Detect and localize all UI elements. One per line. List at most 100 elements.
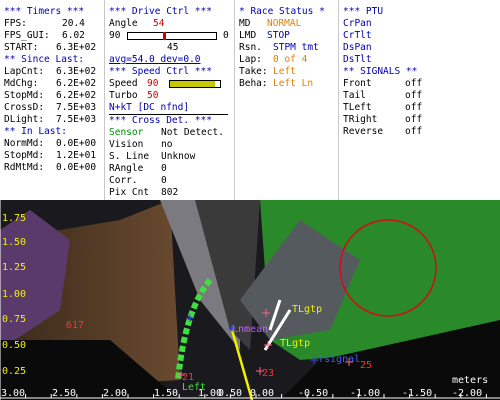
- fps-value: 20.4: [62, 18, 85, 29]
- angle-mid-label: 45: [167, 42, 179, 53]
- in-last-row: NormMd: 0.0E+00: [4, 138, 102, 150]
- speed-value: 90: [147, 78, 159, 89]
- md-label: MD: [239, 18, 251, 29]
- x-tick-label: 1.50: [154, 388, 179, 399]
- signal-row: TRight off: [343, 114, 498, 126]
- marker-label-617: 617: [66, 320, 85, 331]
- since-row: MdChg: 6.2E+02: [4, 78, 102, 90]
- in-last-label: StopMd:: [4, 150, 45, 161]
- corr-value: 0: [161, 175, 167, 186]
- x-tick-label: 2.00: [103, 388, 128, 399]
- speed-gauge: [169, 80, 221, 88]
- ptu-header: *** PTU: [343, 6, 384, 17]
- since-label: CrossD:: [4, 102, 45, 113]
- beha-value: Left Ln: [273, 78, 314, 89]
- signal-value: off: [405, 78, 423, 89]
- rsn-value: STPM tmt: [273, 42, 319, 53]
- lnmean-label: Lnmean: [232, 324, 269, 335]
- angle-value: 54: [153, 18, 165, 29]
- fps-label: FPS:: [4, 18, 27, 29]
- signal-row: TLeft off: [343, 102, 498, 114]
- tlgtp-label-1: TLgtp: [292, 304, 323, 315]
- y-tick-label: 0.25: [2, 366, 27, 377]
- since-row: CrossD: 7.5E+03: [4, 102, 102, 114]
- rangle-value: 0: [161, 163, 167, 174]
- race-header: * Race Status *: [239, 6, 325, 17]
- turbo-value: 50: [147, 90, 159, 101]
- since-row: DLight: 7.5E+03: [4, 114, 102, 126]
- speed-row: Speed 90: [109, 78, 232, 90]
- x-tick-label: -2.00: [452, 388, 483, 399]
- lap-value: 0 of 4: [273, 54, 308, 65]
- take-value: Left: [273, 66, 296, 77]
- signal-row: Front off: [343, 78, 498, 90]
- angle-needle: [163, 32, 167, 40]
- pix-row: Pix Cnt 802: [109, 187, 232, 199]
- rangle-label: RAngle: [109, 163, 144, 174]
- ptu-item: CrTlt: [343, 30, 372, 41]
- start-label: START:: [4, 42, 39, 53]
- in-last-label: NormMd:: [4, 138, 45, 149]
- angle-max-label: 0: [223, 30, 229, 41]
- angle-label: Angle: [109, 18, 138, 29]
- sline-value: Unknow: [161, 151, 196, 162]
- turbo-label: Turbo: [109, 90, 138, 101]
- md-row: MD NORMAL: [239, 18, 336, 30]
- in-last-value: 0.0E+00: [56, 162, 97, 173]
- signal-label: Tail: [343, 90, 366, 101]
- speed-label: Speed: [109, 78, 138, 89]
- start-row: START: 6.3E+02: [4, 42, 102, 54]
- ptu-item: CrPan: [343, 18, 372, 29]
- since-value: 6.2E+02: [56, 78, 97, 89]
- take-row: Take: Left: [239, 66, 336, 78]
- x-tick-label: 0.00: [250, 388, 275, 399]
- signal-value: off: [405, 90, 423, 101]
- in-last-row: RdMtMd: 0.0E+00: [4, 162, 102, 174]
- y-tick-label: 1.50: [2, 237, 27, 248]
- pix-label: Pix Cnt: [109, 187, 150, 198]
- take-label: Take:: [239, 66, 268, 77]
- since-value: 6.3E+02: [56, 66, 97, 77]
- left-lane-label: Left: [182, 382, 207, 393]
- lmd-value: STOP: [267, 30, 290, 41]
- md-value: NORMAL: [267, 18, 302, 29]
- y-tick-label: 0.50: [2, 340, 27, 351]
- drive-header: *** Drive Ctrl ***: [109, 6, 212, 17]
- in-last-header: ** In Last:: [4, 126, 67, 137]
- signal-label: Front: [343, 78, 372, 89]
- lap-label: Lap:: [239, 54, 262, 65]
- sensor-row: Sensor Not Detect.: [109, 127, 232, 139]
- signal-value: off: [405, 114, 423, 125]
- sline-label: S. Line: [109, 151, 150, 162]
- pix-value: 802: [161, 187, 179, 198]
- nkt-readout: N+kT [DC nfnd]: [109, 102, 190, 113]
- signals-header: ** SIGNALS **: [343, 66, 418, 77]
- angle-min-label: 90: [109, 30, 121, 41]
- marker-label-23: 23: [262, 368, 275, 379]
- timers-section: *** Timers *** FPS: 20.4 FPS_GUI: 6.02 STA…: [0, 0, 104, 200]
- vision-label: Vision: [109, 139, 144, 150]
- signal-row: Tail off: [343, 90, 498, 102]
- cross-header: *** Cross Det. ***: [109, 115, 212, 126]
- since-value: 7.5E+03: [56, 102, 97, 113]
- telemetry-panel: *** Timers *** FPS: 20.4 FPS_GUI: 6.02 STA…: [0, 0, 500, 200]
- avg-dev-readout: avg=54.0 dev=0.0: [109, 54, 201, 65]
- x-tick-label: -1.50: [402, 388, 433, 399]
- rsn-row: Rsn. STPM tmt: [239, 42, 336, 54]
- beha-label: Beha:: [239, 78, 268, 89]
- fps-gui-label: FPS_GUI:: [4, 30, 50, 41]
- x-tick-label: -0.50: [298, 388, 329, 399]
- lmd-row: LMD STOP: [239, 30, 336, 42]
- turbo-row: Turbo 50: [109, 90, 232, 102]
- sensor-label: Sensor: [109, 127, 144, 138]
- since-value: 7.5E+03: [56, 114, 97, 125]
- camera-view[interactable]: 1.75 1.50 1.25 1.00 0.75 0.50 0.25 3.00 …: [0, 200, 500, 400]
- race-status-section: * Race Status * MD NORMAL LMD STOP Rsn. STP…: [234, 0, 338, 200]
- angle-gauge-row: 90 0: [109, 30, 232, 42]
- tlgtp-label-2: TLgtp: [280, 338, 311, 349]
- camera-scene: [0, 200, 500, 400]
- signal-label: Reverse: [343, 126, 384, 137]
- y-tick-label: 0.75: [2, 314, 27, 325]
- x-tick-label: 3.00: [1, 388, 26, 399]
- tsignal-label: Tsignal: [318, 354, 361, 365]
